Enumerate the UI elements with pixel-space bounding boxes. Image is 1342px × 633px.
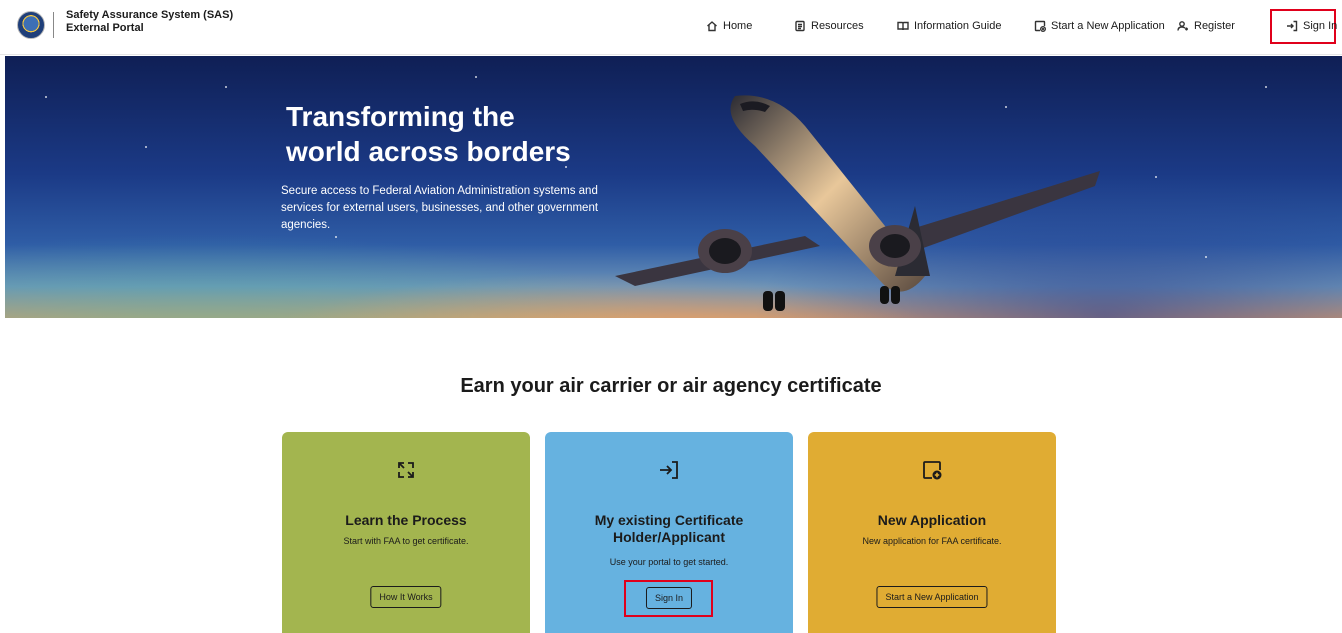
user-add-icon [1177,21,1188,31]
card-learn-description: Start with FAA to get certificate. [343,536,469,546]
brand-title[interactable]: Safety Assurance System (SAS) External P… [66,9,233,35]
how-it-works-button[interactable]: How It Works [370,586,442,608]
sign-in-arrow-icon [660,461,678,479]
nav-start-new-application-label: Start a New Application [1051,20,1165,32]
nav-information-guide-label: Information Guide [914,20,1002,32]
card-existing-title-line1: My existing Certificate [594,512,744,528]
hero-banner: Transforming the world across borders Se… [5,56,1342,318]
new-document-plus-icon [923,461,942,480]
home-icon [707,21,717,32]
start-new-application-button[interactable]: Start a New Application [876,586,988,608]
card-existing-title-line2: Holder/Applicant [612,529,725,545]
section-title: Earn your air carrier or air agency cert… [460,375,882,397]
card-existing-title: My existing Certificate Holder/Applicant [555,512,783,546]
card-learn-the-process: Learn the Process Start with FAA to get … [282,432,530,633]
sign-in-arrow-icon [1287,20,1298,32]
nav-register-label: Register [1194,20,1235,32]
nav-resources-link[interactable]: Resources [794,18,864,34]
faa-seal-logo[interactable] [17,11,45,39]
nav-home-link[interactable]: Home [706,18,752,34]
nav-sign-in-label: Sign In [1303,20,1338,32]
hero-title-line1: Transforming the [286,101,515,132]
sign-in-button-highlight-box [624,580,713,617]
nav-information-guide-link[interactable]: Information Guide [897,18,1001,34]
new-document-plus-icon [1034,20,1046,32]
hero-title-line2: world across borders [286,136,571,167]
nav-sign-in-link[interactable]: Sign In [1286,18,1337,34]
airplane-image [615,95,1100,311]
nav-resources-label: Resources [811,20,864,32]
nav-home-label: Home [723,20,753,32]
hero-subtitle: Secure access to Federal Aviation Admini… [281,185,599,231]
card-learn-title: Learn the Process [345,512,467,528]
card-existing-description: Use your portal to get started. [609,557,729,567]
nav-start-new-application-link[interactable]: Start a New Application [1034,18,1165,34]
document-list-icon [795,20,805,32]
top-navigation-bar: Safety Assurance System (SAS) External P… [0,0,1342,55]
card-new-description: New application for FAA certificate. [862,536,1002,546]
card-new-application: New Application New application for FAA … [808,432,1056,633]
hero-title: Transforming the world across borders [286,99,646,169]
brand-title-line1: Safety Assurance System (SAS) [66,9,234,21]
nav-register-link[interactable]: Register [1177,18,1235,34]
logo-divider [53,12,54,38]
open-book-icon [897,21,909,31]
card-new-title: New Application [877,512,987,528]
refresh-arrows-icon [398,462,414,478]
brand-title-line2: External Portal [66,22,144,34]
